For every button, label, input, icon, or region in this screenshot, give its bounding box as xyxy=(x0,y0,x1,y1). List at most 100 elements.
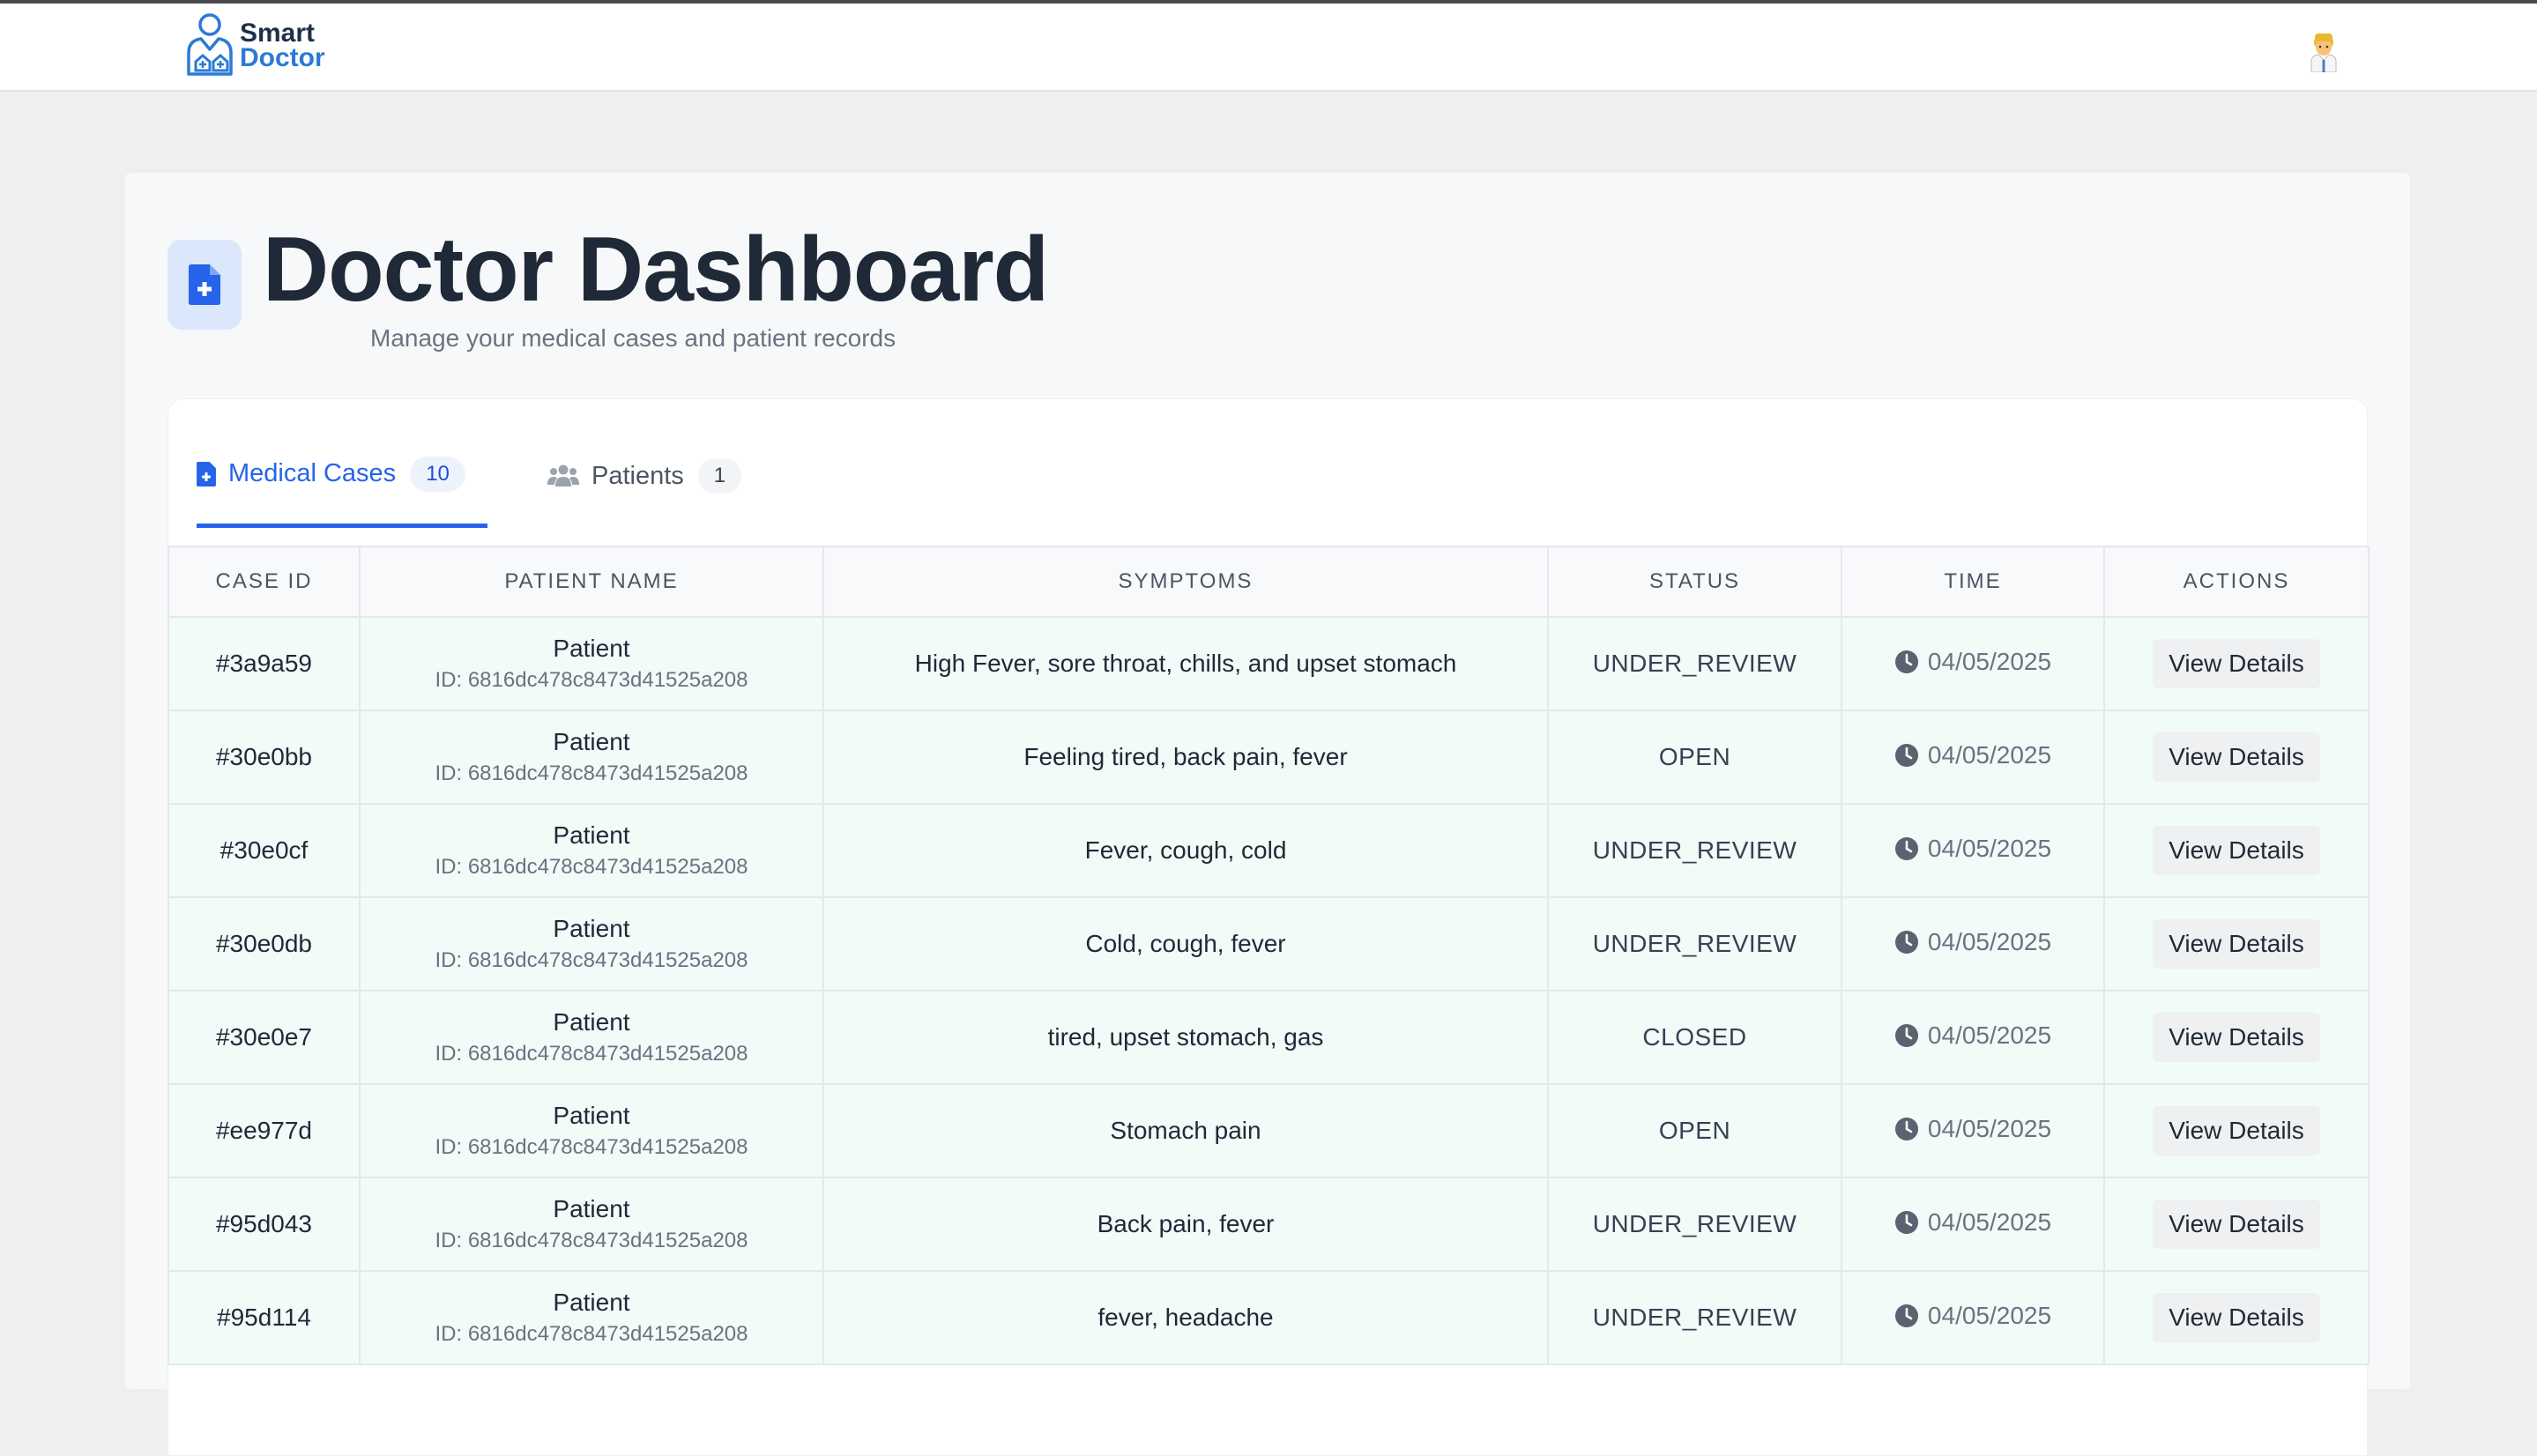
status-text: UNDER_REVIEW xyxy=(1592,1210,1797,1237)
patient-cell: Patient ID: 6816dc478c8473d41525a208 xyxy=(359,803,824,898)
table-row[interactable]: #30e0bb Patient ID: 6816dc478c8473d41525… xyxy=(167,709,2370,805)
symptoms-cell: fever, headache xyxy=(822,1270,1549,1365)
case-id-cell: #30e0db xyxy=(167,896,361,992)
cases-table: CASE ID PATIENT NAME SYMPTOMS STATUS TIM… xyxy=(167,546,2370,1365)
clock-icon xyxy=(1894,1117,1918,1140)
tab-count-badge: 1 xyxy=(697,458,742,494)
time-cell: 04/05/2025 xyxy=(1841,1083,2105,1178)
status-cell: UNDER_REVIEW xyxy=(1547,1270,1842,1365)
patient-name: Patient xyxy=(553,1102,630,1129)
symptoms: Stomach pain xyxy=(1110,1117,1261,1144)
table-row[interactable]: #30e0cf Patient ID: 6816dc478c8473d41525… xyxy=(167,803,2370,898)
case-id-cell: #95d043 xyxy=(167,1177,361,1272)
view-details-button[interactable]: View Details xyxy=(2153,1200,2320,1249)
actions-cell: View Details xyxy=(2103,616,2370,711)
status-text: OPEN xyxy=(1658,743,1731,770)
tab-patients[interactable]: Patients 1 xyxy=(547,449,742,503)
status-cell: OPEN xyxy=(1547,709,1842,805)
patient-cell: Patient ID: 6816dc478c8473d41525a208 xyxy=(359,1083,824,1178)
tab-label: Medical Cases xyxy=(228,459,397,487)
column-header-case-id[interactable]: CASE ID xyxy=(167,546,361,618)
column-header-status[interactable]: STATUS xyxy=(1547,546,1842,618)
case-id-cell: #ee977d xyxy=(167,1083,361,1178)
column-header-time[interactable]: TIME xyxy=(1841,546,2105,618)
tab-medical-cases[interactable]: Medical Cases 10 xyxy=(197,449,487,528)
view-details-button[interactable]: View Details xyxy=(2153,1293,2320,1342)
status-text: UNDER_REVIEW xyxy=(1592,650,1797,677)
case-id-cell: #30e0bb xyxy=(167,709,361,805)
table-row[interactable]: #30e0db Patient ID: 6816dc478c8473d41525… xyxy=(167,896,2370,992)
view-details-button[interactable]: View Details xyxy=(2153,639,2320,688)
column-header-actions: ACTIONS xyxy=(2103,546,2370,618)
case-id: #ee977d xyxy=(215,1117,312,1144)
column-header-symptoms[interactable]: SYMPTOMS xyxy=(822,546,1549,618)
table-row[interactable]: #95d114 Patient ID: 6816dc478c8473d41525… xyxy=(167,1270,2370,1365)
patient-name: Patient xyxy=(553,635,630,662)
symptoms: Cold, cough, fever xyxy=(1085,930,1286,957)
view-details-button[interactable]: View Details xyxy=(2153,732,2320,782)
case-id-cell: #30e0e7 xyxy=(167,990,361,1085)
table-row[interactable]: #30e0e7 Patient ID: 6816dc478c8473d41525… xyxy=(167,990,2370,1085)
dashboard-card: Doctor Dashboard Manage your medical cas… xyxy=(125,173,2410,1456)
status-cell: UNDER_REVIEW xyxy=(1547,616,1842,711)
case-date: 04/05/2025 xyxy=(1927,1021,2052,1049)
case-date: 04/05/2025 xyxy=(1927,927,2052,955)
table-header-row: CASE ID PATIENT NAME SYMPTOMS STATUS TIM… xyxy=(167,546,2370,618)
case-id: #95d043 xyxy=(215,1210,312,1237)
time-cell: 04/05/2025 xyxy=(1841,709,2105,805)
clock-icon xyxy=(1894,1304,1918,1327)
patient-name: Patient xyxy=(553,915,630,942)
clock-icon xyxy=(1894,650,1918,673)
tab-label: Patients xyxy=(591,461,684,490)
case-id: #30e0cf xyxy=(219,836,309,864)
time-cell: 04/05/2025 xyxy=(1841,1270,2105,1365)
case-date: 04/05/2025 xyxy=(1927,1301,2052,1329)
app-logo[interactable]: Smart Doctor xyxy=(183,12,325,79)
table-row[interactable]: #3a9a59 Patient ID: 6816dc478c8473d41525… xyxy=(167,616,2370,711)
patient-id: ID: 6816dc478c8473d41525a208 xyxy=(435,1229,748,1252)
time-cell: 04/05/2025 xyxy=(1841,896,2105,992)
case-id: #30e0bb xyxy=(215,743,312,770)
status-text: OPEN xyxy=(1658,1117,1731,1144)
case-id-cell: #3a9a59 xyxy=(167,616,361,711)
view-details-button[interactable]: View Details xyxy=(2153,826,2320,875)
status-cell: UNDER_REVIEW xyxy=(1547,1177,1842,1272)
column-header-patient-name[interactable]: PATIENT NAME xyxy=(359,546,824,618)
patient-id: ID: 6816dc478c8473d41525a208 xyxy=(435,761,748,785)
actions-cell: View Details xyxy=(2103,896,2370,992)
status-text: UNDER_REVIEW xyxy=(1592,836,1797,864)
status-text: UNDER_REVIEW xyxy=(1592,1304,1797,1331)
case-id: #30e0db xyxy=(215,930,312,957)
symptoms-cell: Feeling tired, back pain, fever xyxy=(822,709,1549,805)
doctor-avatar-icon[interactable] xyxy=(2306,30,2341,72)
time-cell: 04/05/2025 xyxy=(1841,616,2105,711)
view-details-button[interactable]: View Details xyxy=(2153,1106,2320,1155)
symptoms-cell: High Fever, sore throat, chills, and ups… xyxy=(822,616,1549,711)
case-id: #30e0e7 xyxy=(215,1023,312,1051)
patient-name: Patient xyxy=(553,728,630,755)
tab-bar: Medical Cases 10 Patients 1 xyxy=(168,399,2369,549)
case-date: 04/05/2025 xyxy=(1927,834,2052,862)
table-row[interactable]: #ee977d Patient ID: 6816dc478c8473d41525… xyxy=(167,1083,2370,1178)
clock-icon xyxy=(1894,930,1918,954)
status-text: UNDER_REVIEW xyxy=(1592,930,1797,957)
symptoms-cell: Cold, cough, fever xyxy=(822,896,1549,992)
logo-text-smart: Smart xyxy=(240,19,316,48)
symptoms-cell: Back pain, fever xyxy=(822,1177,1549,1272)
view-details-button[interactable]: View Details xyxy=(2153,1013,2320,1062)
table-row[interactable]: #95d043 Patient ID: 6816dc478c8473d41525… xyxy=(167,1177,2370,1272)
symptoms: Fever, cough, cold xyxy=(1084,836,1287,864)
tab-count-badge: 10 xyxy=(410,456,465,492)
patient-id: ID: 6816dc478c8473d41525a208 xyxy=(435,855,748,879)
patient-cell: Patient ID: 6816dc478c8473d41525a208 xyxy=(359,616,824,711)
case-date: 04/05/2025 xyxy=(1927,740,2052,769)
patient-name: Patient xyxy=(553,821,630,849)
case-id-cell: #30e0cf xyxy=(167,803,361,898)
actions-cell: View Details xyxy=(2103,709,2370,805)
actions-cell: View Details xyxy=(2103,1270,2370,1365)
clock-icon xyxy=(1894,1210,1918,1234)
patient-id: ID: 6816dc478c8473d41525a208 xyxy=(435,1135,748,1159)
view-details-button[interactable]: View Details xyxy=(2153,919,2320,969)
cases-panel: Medical Cases 10 Patients 1 CASE ID PATI… xyxy=(167,398,2370,1456)
actions-cell: View Details xyxy=(2103,1177,2370,1272)
